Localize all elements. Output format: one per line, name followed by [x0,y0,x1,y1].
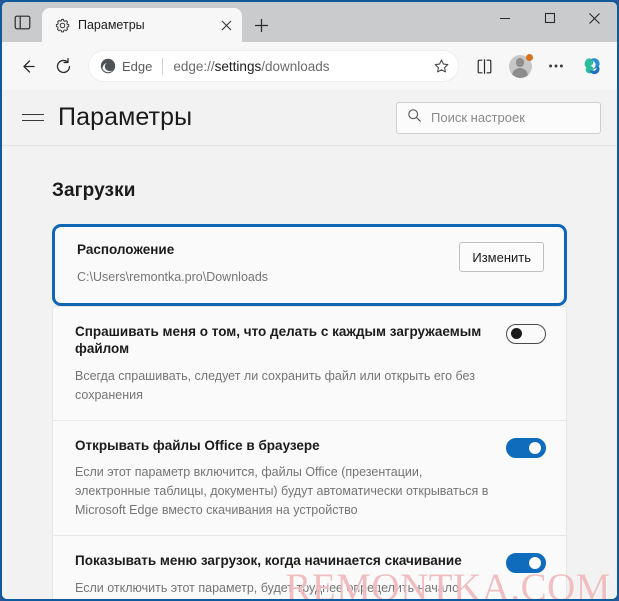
star-icon[interactable] [428,53,454,79]
row-control [506,323,546,344]
url-strong: settings [214,58,262,74]
omnibox-separator [162,57,164,75]
omnibox-brand-text: Edge [122,58,153,74]
row-text-block: Расположение C:\Users\remontka.pro\Downl… [77,241,445,287]
setting-value-path: C:\Users\remontka.pro\Downloads [77,269,269,284]
tab-settings[interactable]: Параметры [42,8,242,42]
toggle-knob [511,328,522,340]
setting-title: Расположение [77,242,175,257]
setting-row-location: Расположение C:\Users\remontka.pro\Downl… [52,224,567,306]
hamburger-icon[interactable] [22,107,44,129]
hamburger-line [22,120,44,122]
browser-window: Параметры Edge edge://settings/downloads… [0,0,619,601]
edge-logo-icon [99,57,117,75]
search-icon [407,108,422,128]
split-screen-icon[interactable] [467,49,501,83]
toggle-show-downloads-menu[interactable] [506,553,546,574]
close-window-button[interactable] [572,2,617,34]
setting-description: Если отключить этот параметр, будет труд… [75,580,460,595]
minimize-button[interactable] [482,2,527,34]
profile-button[interactable] [503,49,537,83]
hamburger-line [22,113,44,115]
section-title-downloads: Загрузки [52,180,136,201]
settings-card: Спрашивать меня о том, что делать с кажд… [52,305,567,599]
toggle-open-office-files[interactable] [506,437,546,458]
toggle-knob [529,441,541,454]
more-options-icon[interactable] [539,49,573,83]
setting-row-open-office-files: Открывать файлы Office в браузере Если э… [53,419,566,536]
row-control [506,552,546,574]
row-text-block: Спрашивать меня о том, что делать с кажд… [75,323,492,405]
search-settings-input[interactable]: Поиск настроек [396,101,601,134]
toggle-ask-where-to-save[interactable] [506,323,546,344]
setting-row-show-downloads-menu: Показывать меню загрузок, когда начинает… [53,535,566,599]
setting-description: Всегда спрашивать, следует ли сохранить … [75,368,475,402]
omnibox-url[interactable]: edge://settings/downloads [173,59,428,74]
tab-list-icon[interactable] [2,2,42,42]
setting-description: Если этот параметр включится, файлы Offi… [75,465,489,518]
toggle-knob [529,557,541,570]
close-icon[interactable] [216,15,236,35]
setting-title: Открывать файлы Office в браузере [75,437,320,453]
search-placeholder: Поиск настроек [431,110,525,125]
tab-title: Параметры [78,18,145,32]
browser-toolbar: Edge edge://settings/downloads [2,42,617,90]
setting-title: Показывать меню загрузок, когда начинает… [75,553,462,569]
row-text-block: Открывать файлы Office в браузере Если э… [75,437,492,521]
change-location-button[interactable]: Изменить [459,242,544,272]
url-suffix: /downloads [261,58,330,74]
row-text-block: Показывать меню загрузок, когда начинает… [75,552,492,599]
tab-strip: Параметры [2,2,617,42]
reload-icon[interactable] [46,49,80,83]
notification-badge [526,54,533,61]
gear-icon [54,17,70,33]
settings-header: Параметры Поиск настроек [2,90,617,146]
row-control: Изменить [459,241,544,272]
arrow-left-icon[interactable] [10,49,44,83]
address-bar[interactable]: Edge edge://settings/downloads [88,50,459,82]
row-control [506,437,546,458]
setting-title: Спрашивать меня о том, что делать с кажд… [75,323,482,357]
maximize-button[interactable] [527,2,572,34]
setting-row-ask-where-to-save: Спрашивать меня о том, что делать с кажд… [53,307,566,420]
copilot-icon[interactable] [575,49,609,83]
settings-page: Параметры Поиск настроек Загрузки Распол… [2,90,617,599]
page-title: Параметры [58,103,193,131]
new-tab-button[interactable] [244,8,278,42]
url-prefix: edge:// [173,58,215,74]
window-controls [482,2,617,34]
settings-content: Загрузки Расположение C:\Users\remontka.… [2,146,617,599]
